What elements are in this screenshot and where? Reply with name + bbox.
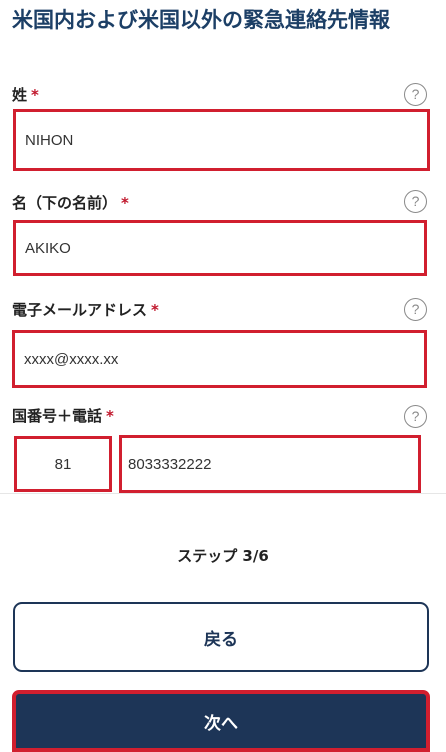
help-icon[interactable]: ? bbox=[404, 83, 427, 106]
help-icon[interactable]: ? bbox=[404, 190, 427, 213]
divider bbox=[0, 493, 446, 494]
help-icon[interactable]: ? bbox=[404, 298, 427, 321]
email-input[interactable]: xxxx@xxxx.xx bbox=[12, 330, 427, 388]
phone-label: 国番号＋電話 * bbox=[12, 405, 114, 426]
step-indicator: ステップ 3/6 bbox=[177, 547, 269, 565]
required-mark: * bbox=[106, 407, 114, 425]
next-button[interactable]: 次へ bbox=[12, 690, 430, 752]
phone-label-text: 国番号＋電話 bbox=[12, 407, 103, 425]
page-title: 米国内および米国以外の緊急連絡先情報 bbox=[12, 8, 390, 32]
first-name-label-text: 名（下の名前） bbox=[12, 194, 118, 212]
last-name-input[interactable]: NIHON bbox=[13, 109, 430, 171]
first-name-label: 名（下の名前） * bbox=[12, 192, 129, 213]
help-icon[interactable]: ? bbox=[404, 405, 427, 428]
email-label-text: 電子メールアドレス bbox=[12, 301, 148, 319]
last-name-label: 姓 * bbox=[12, 84, 39, 105]
required-mark: * bbox=[151, 301, 159, 319]
back-button[interactable]: 戻る bbox=[13, 602, 429, 672]
required-mark: * bbox=[31, 86, 39, 104]
email-label: 電子メールアドレス * bbox=[12, 299, 159, 320]
first-name-input[interactable]: AKIKO bbox=[13, 220, 427, 276]
required-mark: * bbox=[121, 194, 129, 212]
last-name-label-text: 姓 bbox=[12, 86, 28, 104]
country-code-input[interactable]: 81 bbox=[14, 436, 112, 492]
phone-number-input[interactable]: 8033332222 bbox=[119, 435, 421, 493]
